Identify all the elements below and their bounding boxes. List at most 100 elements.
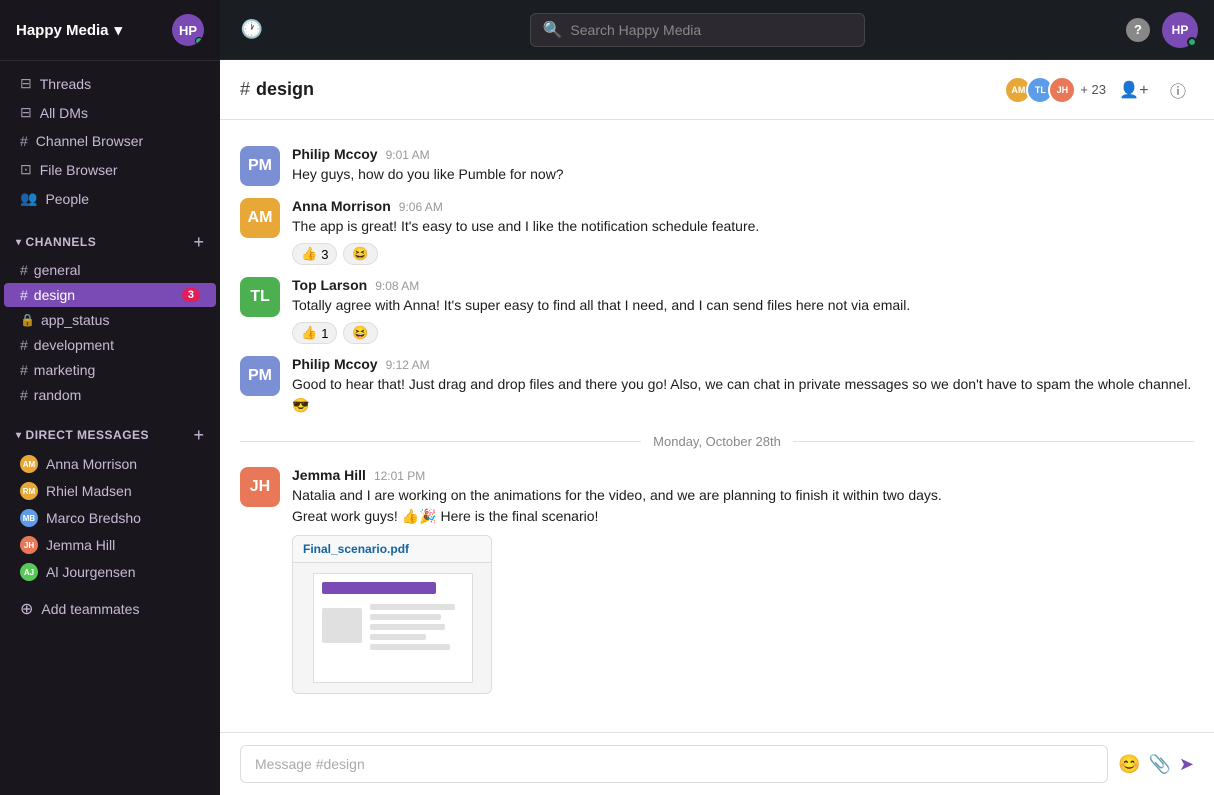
dm-item-rhiel[interactable]: RM Rhiel Madsen bbox=[4, 478, 216, 504]
msg4-header: Philip Mccoy 9:12 AM bbox=[292, 356, 1194, 372]
msg3-reaction-thumbsup[interactable]: 👍 1 bbox=[292, 322, 337, 344]
channel-item-development[interactable]: # development bbox=[4, 333, 216, 357]
file-name-label: Final_scenario.pdf bbox=[293, 536, 491, 563]
search-bar[interactable]: 🔍 bbox=[530, 13, 865, 47]
add-channel-button[interactable]: + bbox=[193, 233, 204, 251]
date-divider-label: Monday, October 28th bbox=[653, 434, 781, 449]
date-divider: Monday, October 28th bbox=[220, 422, 1214, 461]
channel-item-random[interactable]: # random bbox=[4, 383, 216, 407]
add-teammates-label: Add teammates bbox=[41, 601, 139, 617]
anna-dm-label: Anna Morrison bbox=[46, 456, 137, 472]
msg3-text: Totally agree with Anna! It's super easy… bbox=[292, 295, 1194, 316]
design-hash-icon: # bbox=[20, 287, 28, 303]
people-icon: 👥 bbox=[20, 190, 37, 207]
add-dm-button[interactable]: + bbox=[193, 426, 204, 444]
attach-button[interactable]: 📎 bbox=[1148, 754, 1170, 775]
random-hash-icon: # bbox=[20, 387, 28, 403]
msg4-time: 9:12 AM bbox=[386, 358, 430, 372]
message-input-area: 😊 📎 ➤ bbox=[220, 732, 1214, 795]
user-initials: HP bbox=[1172, 23, 1189, 37]
channel-item-general[interactable]: # general bbox=[4, 258, 216, 282]
marco-dm-label: Marco Bredsho bbox=[46, 510, 141, 526]
dm-label: DIRECT MESSAGES bbox=[26, 428, 150, 442]
sidebar-item-threads[interactable]: ⊟ Threads bbox=[4, 70, 216, 97]
msg2-author: Anna Morrison bbox=[292, 198, 391, 214]
threads-label: Threads bbox=[40, 76, 91, 92]
channel-info-button[interactable]: ⓘ bbox=[1162, 74, 1194, 106]
dm-section-header[interactable]: ▾ DIRECT MESSAGES + bbox=[0, 420, 220, 450]
workspace-name[interactable]: Happy Media ▾ bbox=[16, 21, 122, 39]
channel-members-avatars[interactable]: AM TL JH + 23 bbox=[1004, 76, 1106, 104]
file-preview-inner bbox=[313, 573, 473, 683]
channel-item-marketing[interactable]: # marketing bbox=[4, 358, 216, 382]
thumbsup-count: 3 bbox=[321, 247, 328, 262]
msg3-avatar: TL bbox=[240, 277, 280, 317]
channels-label: CHANNELS bbox=[26, 235, 97, 249]
msg5-text1: Natalia and I are working on the animati… bbox=[292, 485, 1194, 506]
search-input[interactable] bbox=[570, 22, 851, 38]
user-avatar-topbar[interactable]: HP bbox=[1162, 12, 1198, 48]
file-browser-icon: ⊡ bbox=[20, 161, 32, 178]
channel-item-design[interactable]: # design 3 bbox=[4, 283, 216, 307]
design-badge: 3 bbox=[182, 288, 200, 302]
file-attachment[interactable]: Final_scenario.pdf bbox=[292, 535, 492, 694]
msg2-reaction-thumbsup[interactable]: 👍 3 bbox=[292, 243, 337, 265]
user-avatar[interactable]: HP bbox=[172, 14, 204, 46]
channel-header: # design AM TL JH + 23 bbox=[220, 60, 1214, 120]
msg1-author: Philip Mccoy bbox=[292, 146, 378, 162]
message-3: TL Top Larson 9:08 AM Totally agree with… bbox=[220, 271, 1214, 350]
message-5: JH Jemma Hill 12:01 PM Natalia and I are… bbox=[220, 461, 1214, 700]
add-teammates-icon: ⊕ bbox=[20, 599, 33, 619]
dm-item-al[interactable]: AJ Al Jourgensen bbox=[4, 559, 216, 585]
history-button[interactable]: 🕐 bbox=[236, 14, 268, 46]
msg4-body: Philip Mccoy 9:12 AM Good to hear that! … bbox=[292, 356, 1194, 416]
dm-section-header-left: ▾ DIRECT MESSAGES bbox=[16, 428, 149, 442]
sidebar-item-people[interactable]: 👥 People bbox=[4, 185, 216, 212]
add-person-icon: 👤+ bbox=[1119, 80, 1148, 100]
channel-item-app-status[interactable]: 🔒 app_status bbox=[4, 308, 216, 332]
send-button[interactable]: ➤ bbox=[1179, 754, 1194, 775]
add-member-button[interactable]: 👤+ bbox=[1118, 74, 1150, 106]
send-icon: ➤ bbox=[1179, 754, 1194, 774]
marco-avatar: MB bbox=[20, 509, 38, 527]
top-bar-right: ? HP bbox=[1126, 12, 1198, 48]
message-input[interactable] bbox=[240, 745, 1108, 783]
preview-line-3 bbox=[370, 624, 445, 630]
help-button[interactable]: ? bbox=[1126, 18, 1150, 42]
preview-content bbox=[322, 604, 464, 650]
msg3-reaction-laugh[interactable]: 😆 bbox=[343, 322, 377, 344]
sidebar-item-channel-browser[interactable]: # Channel Browser bbox=[4, 128, 216, 154]
sidebar-item-all-dms[interactable]: ⊟ All DMs bbox=[4, 99, 216, 126]
laugh-emoji: 😆 bbox=[352, 246, 368, 262]
channel-content: # design AM TL JH + 23 bbox=[220, 60, 1214, 795]
dm-item-marco[interactable]: MB Marco Bredsho bbox=[4, 505, 216, 531]
top-bar-center: 🔍 bbox=[280, 13, 1114, 47]
emoji-button[interactable]: 😊 bbox=[1118, 754, 1140, 775]
al-avatar: AJ bbox=[20, 563, 38, 581]
marketing-label: marketing bbox=[34, 362, 95, 378]
thumbsup-emoji-3: 👍 bbox=[301, 325, 317, 341]
main-content: 🕐 🔍 ? HP # bbox=[220, 0, 1214, 795]
channel-browser-label: Channel Browser bbox=[36, 133, 143, 149]
sidebar-item-file-browser[interactable]: ⊡ File Browser bbox=[4, 156, 216, 183]
dm-item-jemma[interactable]: JH Jemma Hill bbox=[4, 532, 216, 558]
app-status-lock-icon: 🔒 bbox=[20, 313, 35, 327]
workspace-chevron-icon: ▾ bbox=[115, 21, 123, 39]
top-bar-left: 🕐 bbox=[236, 14, 268, 46]
msg2-reactions: 👍 3 😆 bbox=[292, 243, 1194, 265]
workspace-header[interactable]: Happy Media ▾ HP bbox=[0, 0, 220, 61]
preview-title-bar bbox=[322, 582, 436, 594]
msg2-reaction-laugh[interactable]: 😆 bbox=[343, 243, 377, 265]
msg3-author: Top Larson bbox=[292, 277, 367, 293]
search-icon: 🔍 bbox=[543, 20, 563, 40]
msg1-avatar: PM bbox=[240, 146, 280, 186]
add-teammates-button[interactable]: ⊕ Add teammates bbox=[4, 593, 216, 625]
channels-section-header[interactable]: ▾ CHANNELS + bbox=[0, 227, 220, 257]
msg3-body: Top Larson 9:08 AM Totally agree with An… bbox=[292, 277, 1194, 344]
channel-browser-icon: # bbox=[20, 133, 28, 149]
general-hash-icon: # bbox=[20, 262, 28, 278]
preview-line-2 bbox=[370, 614, 441, 620]
thumbsup-emoji: 👍 bbox=[301, 246, 317, 262]
laugh-emoji-3: 😆 bbox=[352, 325, 368, 341]
dm-item-anna[interactable]: AM Anna Morrison bbox=[4, 451, 216, 477]
